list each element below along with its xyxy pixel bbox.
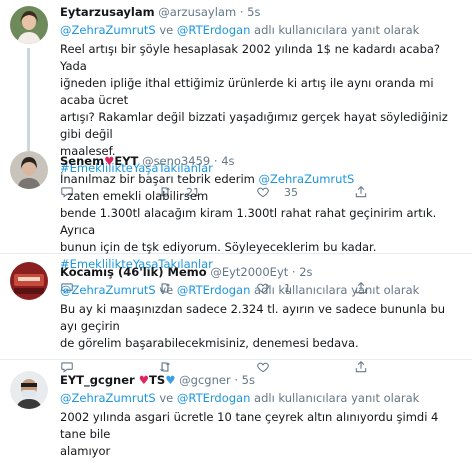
author-handle[interactable]: @seno3459 (142, 154, 210, 168)
timestamp[interactable]: 4s (221, 154, 234, 168)
tweet-gcgner[interactable]: EYT_gcgner ♥TS♥ @gcgner · 5s @ZehraZumru… (0, 360, 472, 463)
reply-feed: Eytarzusaylam @arzusaylam · 5s @ZehraZum… (0, 0, 472, 463)
author-name[interactable]: Eytarzusaylam (60, 5, 155, 19)
mention-link[interactable]: @ZehraZumrutS (259, 172, 355, 186)
avatar[interactable] (10, 371, 48, 409)
mention-link[interactable]: @RTErdogan (177, 391, 250, 405)
replying-to: @ZehraZumrutS ve @RTErdogan adlı kullanı… (60, 283, 420, 297)
avatar[interactable] (10, 262, 48, 300)
separator-dot: · (234, 373, 238, 387)
author-name[interactable]: Senem♥EYT (60, 154, 138, 168)
tweet-text: 2002 yılında asgari ücretle 10 tane çeyr… (60, 410, 439, 458)
timestamp[interactable]: 5s (242, 373, 255, 387)
timestamp[interactable]: 2s (299, 265, 312, 279)
author-name[interactable]: EYT_gcgner ♥TS♥ (60, 373, 176, 387)
thread-line (27, 48, 30, 148)
timestamp[interactable]: 5s (247, 5, 260, 19)
author-name[interactable]: Kocamış (46'lık) Memo (60, 265, 207, 279)
mention-link[interactable]: @ZehraZumrutS (60, 391, 156, 405)
replying-to: @ZehraZumrutS ve @RTErdogan adlı kullanı… (60, 23, 420, 37)
author-handle[interactable]: @Eyt2000Eyt (210, 265, 288, 279)
avatar[interactable] (10, 151, 48, 189)
tweet-text: Bu ay ki maaşınızdan sadece 2.324 tl. ay… (60, 302, 446, 350)
mention-link[interactable]: @ZehraZumrutS (60, 283, 156, 297)
avatar[interactable] (10, 6, 48, 44)
tweet-seno3459[interactable]: Senem♥EYT @seno3459 · 4s İnanılmaz bir b… (0, 147, 472, 295)
tweet-arzusaylam[interactable]: Eytarzusaylam @arzusaylam · 5s @ZehraZum… (0, 0, 472, 199)
mention-link[interactable]: @RTErdogan (177, 23, 250, 37)
heart-emoji: ♥ (104, 154, 115, 168)
separator-dot: · (213, 154, 218, 168)
separator-dot: · (239, 5, 244, 19)
blue-heart-emoji: ♥ (165, 373, 176, 387)
author-handle[interactable]: @gcgner (179, 373, 231, 387)
mention-link[interactable]: @ZehraZumrutS (60, 23, 156, 37)
mention-link[interactable]: @RTErdogan (177, 283, 250, 297)
author-handle[interactable]: @arzusaylam (158, 5, 236, 19)
replying-to: @ZehraZumrutS ve @RTErdogan adlı kullanı… (60, 391, 420, 405)
separator-dot: · (291, 265, 296, 279)
tweet-eyt2000eyt[interactable]: Kocamış (46'lık) Memo @Eyt2000Eyt · 2s @… (0, 254, 472, 373)
heart-emoji: ♥ (138, 373, 150, 387)
